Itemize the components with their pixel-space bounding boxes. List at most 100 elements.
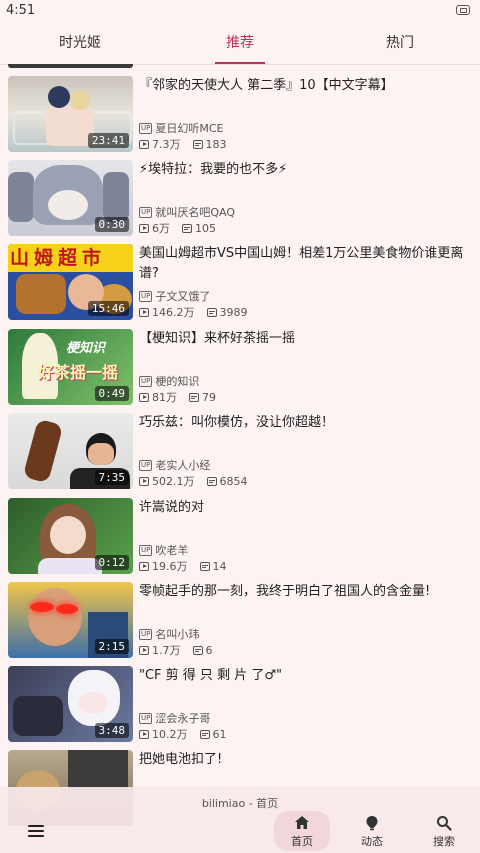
video-author[interactable]: UP 老实人小经 bbox=[139, 457, 210, 473]
author-name: 就叫厌名吧QAQ bbox=[155, 206, 236, 219]
nav-search-label: 搜索 bbox=[433, 835, 455, 848]
video-title[interactable]: "CF 剪 得 只 剩 片 了♂" bbox=[139, 666, 469, 686]
video-thumbnail[interactable]: 梗知识 好茶摇一摇 0:49 bbox=[8, 329, 133, 405]
video-card[interactable]: 7:35 巧乐兹：叫你模仿，没让你超越！ UP 老实人小经 502.1万 6854 bbox=[0, 413, 480, 497]
video-author[interactable]: UP 夏日幻听MCE bbox=[139, 120, 223, 136]
dynamic-icon bbox=[366, 816, 378, 831]
danmaku-icon bbox=[199, 561, 210, 571]
danmaku-count: 61 bbox=[212, 727, 227, 741]
video-author[interactable]: UP 就叫厌名吧QAQ bbox=[139, 204, 235, 220]
video-duration: 15:46 bbox=[87, 301, 129, 316]
view-count: 146.2万 bbox=[152, 306, 195, 319]
bottom-navigation: bilimiao - 首页 首页 动态 搜索 bbox=[0, 787, 480, 853]
video-card[interactable]: 2:15 零帧起手的那一刻，我终于明白了祖国人的含金量! UP 名叫小玮 1.7万… bbox=[0, 582, 480, 666]
video-stats: 6万 105 bbox=[139, 220, 216, 236]
video-card[interactable]: 梗知识 好茶摇一摇 0:49 【梗知识】来杯好茶摇一摇 UP 梗的知识 81万 79 bbox=[0, 329, 480, 413]
video-duration: 3:48 bbox=[94, 723, 129, 738]
up-badge-icon: UP bbox=[139, 712, 153, 724]
video-card[interactable]: 3:48 "CF 剪 得 只 剩 片 了♂" UP 涩会永子哥 10.2万 61 bbox=[0, 666, 480, 750]
video-thumbnail[interactable]: 3:48 bbox=[8, 666, 133, 742]
tab-hot[interactable]: 热门 bbox=[320, 22, 480, 64]
video-card[interactable]: 山姆超市 15:46 美国山姆超市VS中国山姆！相差1万公里美食物价谁更离谱? … bbox=[0, 244, 480, 328]
video-title[interactable]: 『邻家的天使大人 第二季』10【中文字幕】 bbox=[139, 76, 469, 96]
video-title[interactable]: 许嵩说的对 bbox=[139, 498, 469, 518]
tab-shiguangji[interactable]: 时光姬 bbox=[0, 22, 160, 64]
tab-recommend[interactable]: 推荐 bbox=[160, 22, 320, 64]
video-stats: 19.6万 14 bbox=[139, 558, 227, 574]
nav-dynamic[interactable]: 动态 bbox=[344, 811, 400, 851]
nav-dynamic-label: 动态 bbox=[361, 835, 383, 848]
up-badge-icon: UP bbox=[139, 544, 153, 556]
play-count-icon bbox=[139, 223, 149, 233]
video-author[interactable]: UP 吹老羊 bbox=[139, 542, 188, 558]
video-author[interactable]: UP 涩会永子哥 bbox=[139, 710, 210, 726]
video-card[interactable]: 23:41 『邻家的天使大人 第二季』10【中文字幕】 UP 夏日幻听MCE 7.… bbox=[0, 76, 480, 160]
up-badge-icon: UP bbox=[139, 375, 153, 387]
danmaku-count: 6 bbox=[205, 643, 213, 657]
home-icon bbox=[295, 816, 309, 829]
view-count: 1.7万 bbox=[152, 644, 181, 657]
top-tabs: 时光姬 推荐 热门 bbox=[0, 22, 480, 65]
thumbnail-text: 好茶摇一摇 bbox=[38, 363, 119, 382]
video-thumbnail[interactable]: 0:30 bbox=[8, 160, 133, 236]
video-thumbnail[interactable]: 23:41 bbox=[8, 76, 133, 152]
author-name: 夏日幻听MCE bbox=[155, 122, 224, 135]
video-author[interactable]: UP 梗的知识 bbox=[139, 373, 199, 389]
danmaku-icon bbox=[189, 392, 199, 402]
play-count-icon bbox=[139, 307, 149, 317]
video-stats: 7.3万 183 bbox=[139, 136, 227, 152]
video-title[interactable]: 巧乐兹：叫你模仿，没让你超越！ bbox=[139, 413, 469, 433]
up-badge-icon: UP bbox=[139, 628, 153, 640]
video-stats: 502.1万 6854 bbox=[139, 473, 248, 489]
video-thumbnail[interactable]: 2:15 bbox=[8, 582, 133, 658]
video-card[interactable]: 0:30 ⚡埃特拉：我要的也不多⚡ UP 就叫厌名吧QAQ 6万 105 bbox=[0, 160, 480, 244]
video-author[interactable]: UP 子文又饿了 bbox=[139, 288, 210, 304]
view-count: 6万 bbox=[152, 222, 170, 235]
up-badge-icon: UP bbox=[139, 459, 153, 471]
danmaku-icon bbox=[192, 645, 203, 655]
danmaku-icon bbox=[192, 139, 203, 149]
play-count-icon bbox=[139, 392, 149, 402]
video-card[interactable]: 0:12 许嵩说的对 UP 吹老羊 19.6万 14 bbox=[0, 498, 480, 582]
view-count: 81万 bbox=[152, 391, 177, 404]
thumbnail-banner-text: 山姆超市 bbox=[8, 244, 133, 272]
danmaku-count: 14 bbox=[212, 559, 227, 573]
video-stats: 1.7万 6 bbox=[139, 642, 213, 658]
video-duration: 2:15 bbox=[94, 639, 129, 654]
danmaku-count: 105 bbox=[195, 221, 216, 235]
danmaku-count: 79 bbox=[202, 390, 216, 404]
page-caption: bilimiao - 首页 bbox=[201, 797, 279, 810]
video-title[interactable]: 美国山姆超市VS中国山姆！相差1万公里美食物价谁更离谱? bbox=[139, 244, 469, 284]
nav-home[interactable]: 首页 bbox=[274, 811, 330, 851]
search-icon bbox=[437, 816, 452, 831]
view-count: 7.3万 bbox=[152, 138, 181, 151]
play-count-icon bbox=[139, 139, 149, 149]
video-thumbnail[interactable]: 山姆超市 15:46 bbox=[8, 244, 133, 320]
danmaku-count: 3989 bbox=[219, 305, 248, 319]
video-stats: 146.2万 3989 bbox=[139, 304, 248, 320]
author-name: 涩会永子哥 bbox=[155, 712, 211, 725]
author-name: 名叫小玮 bbox=[155, 628, 200, 641]
menu-icon[interactable] bbox=[28, 825, 44, 837]
video-title[interactable]: 零帧起手的那一刻，我终于明白了祖国人的含金量! bbox=[139, 582, 469, 602]
video-thumbnail[interactable]: 0:12 bbox=[8, 498, 133, 574]
video-title[interactable]: 把她电池扣了! bbox=[139, 750, 469, 770]
danmaku-count: 183 bbox=[205, 137, 227, 151]
nav-home-label: 首页 bbox=[291, 835, 313, 848]
play-count-icon bbox=[139, 476, 149, 486]
thumbnail-text: 梗知识 bbox=[66, 341, 106, 356]
danmaku-icon bbox=[206, 476, 217, 486]
video-title[interactable]: ⚡埃特拉：我要的也不多⚡ bbox=[139, 160, 469, 180]
video-stats: 81万 79 bbox=[139, 389, 216, 405]
author-name: 梗的知识 bbox=[155, 375, 200, 388]
view-count: 19.6万 bbox=[152, 560, 188, 573]
author-name: 子文又饿了 bbox=[155, 290, 211, 303]
nav-search[interactable]: 搜索 bbox=[416, 811, 472, 851]
play-count-icon bbox=[139, 561, 149, 571]
author-name: 吹老羊 bbox=[155, 544, 189, 557]
video-title[interactable]: 【梗知识】来杯好茶摇一摇 bbox=[139, 329, 469, 349]
up-badge-icon: UP bbox=[139, 290, 153, 302]
video-author[interactable]: UP 名叫小玮 bbox=[139, 626, 199, 642]
video-duration: 0:30 bbox=[94, 217, 129, 232]
video-thumbnail[interactable]: 7:35 bbox=[8, 413, 133, 489]
